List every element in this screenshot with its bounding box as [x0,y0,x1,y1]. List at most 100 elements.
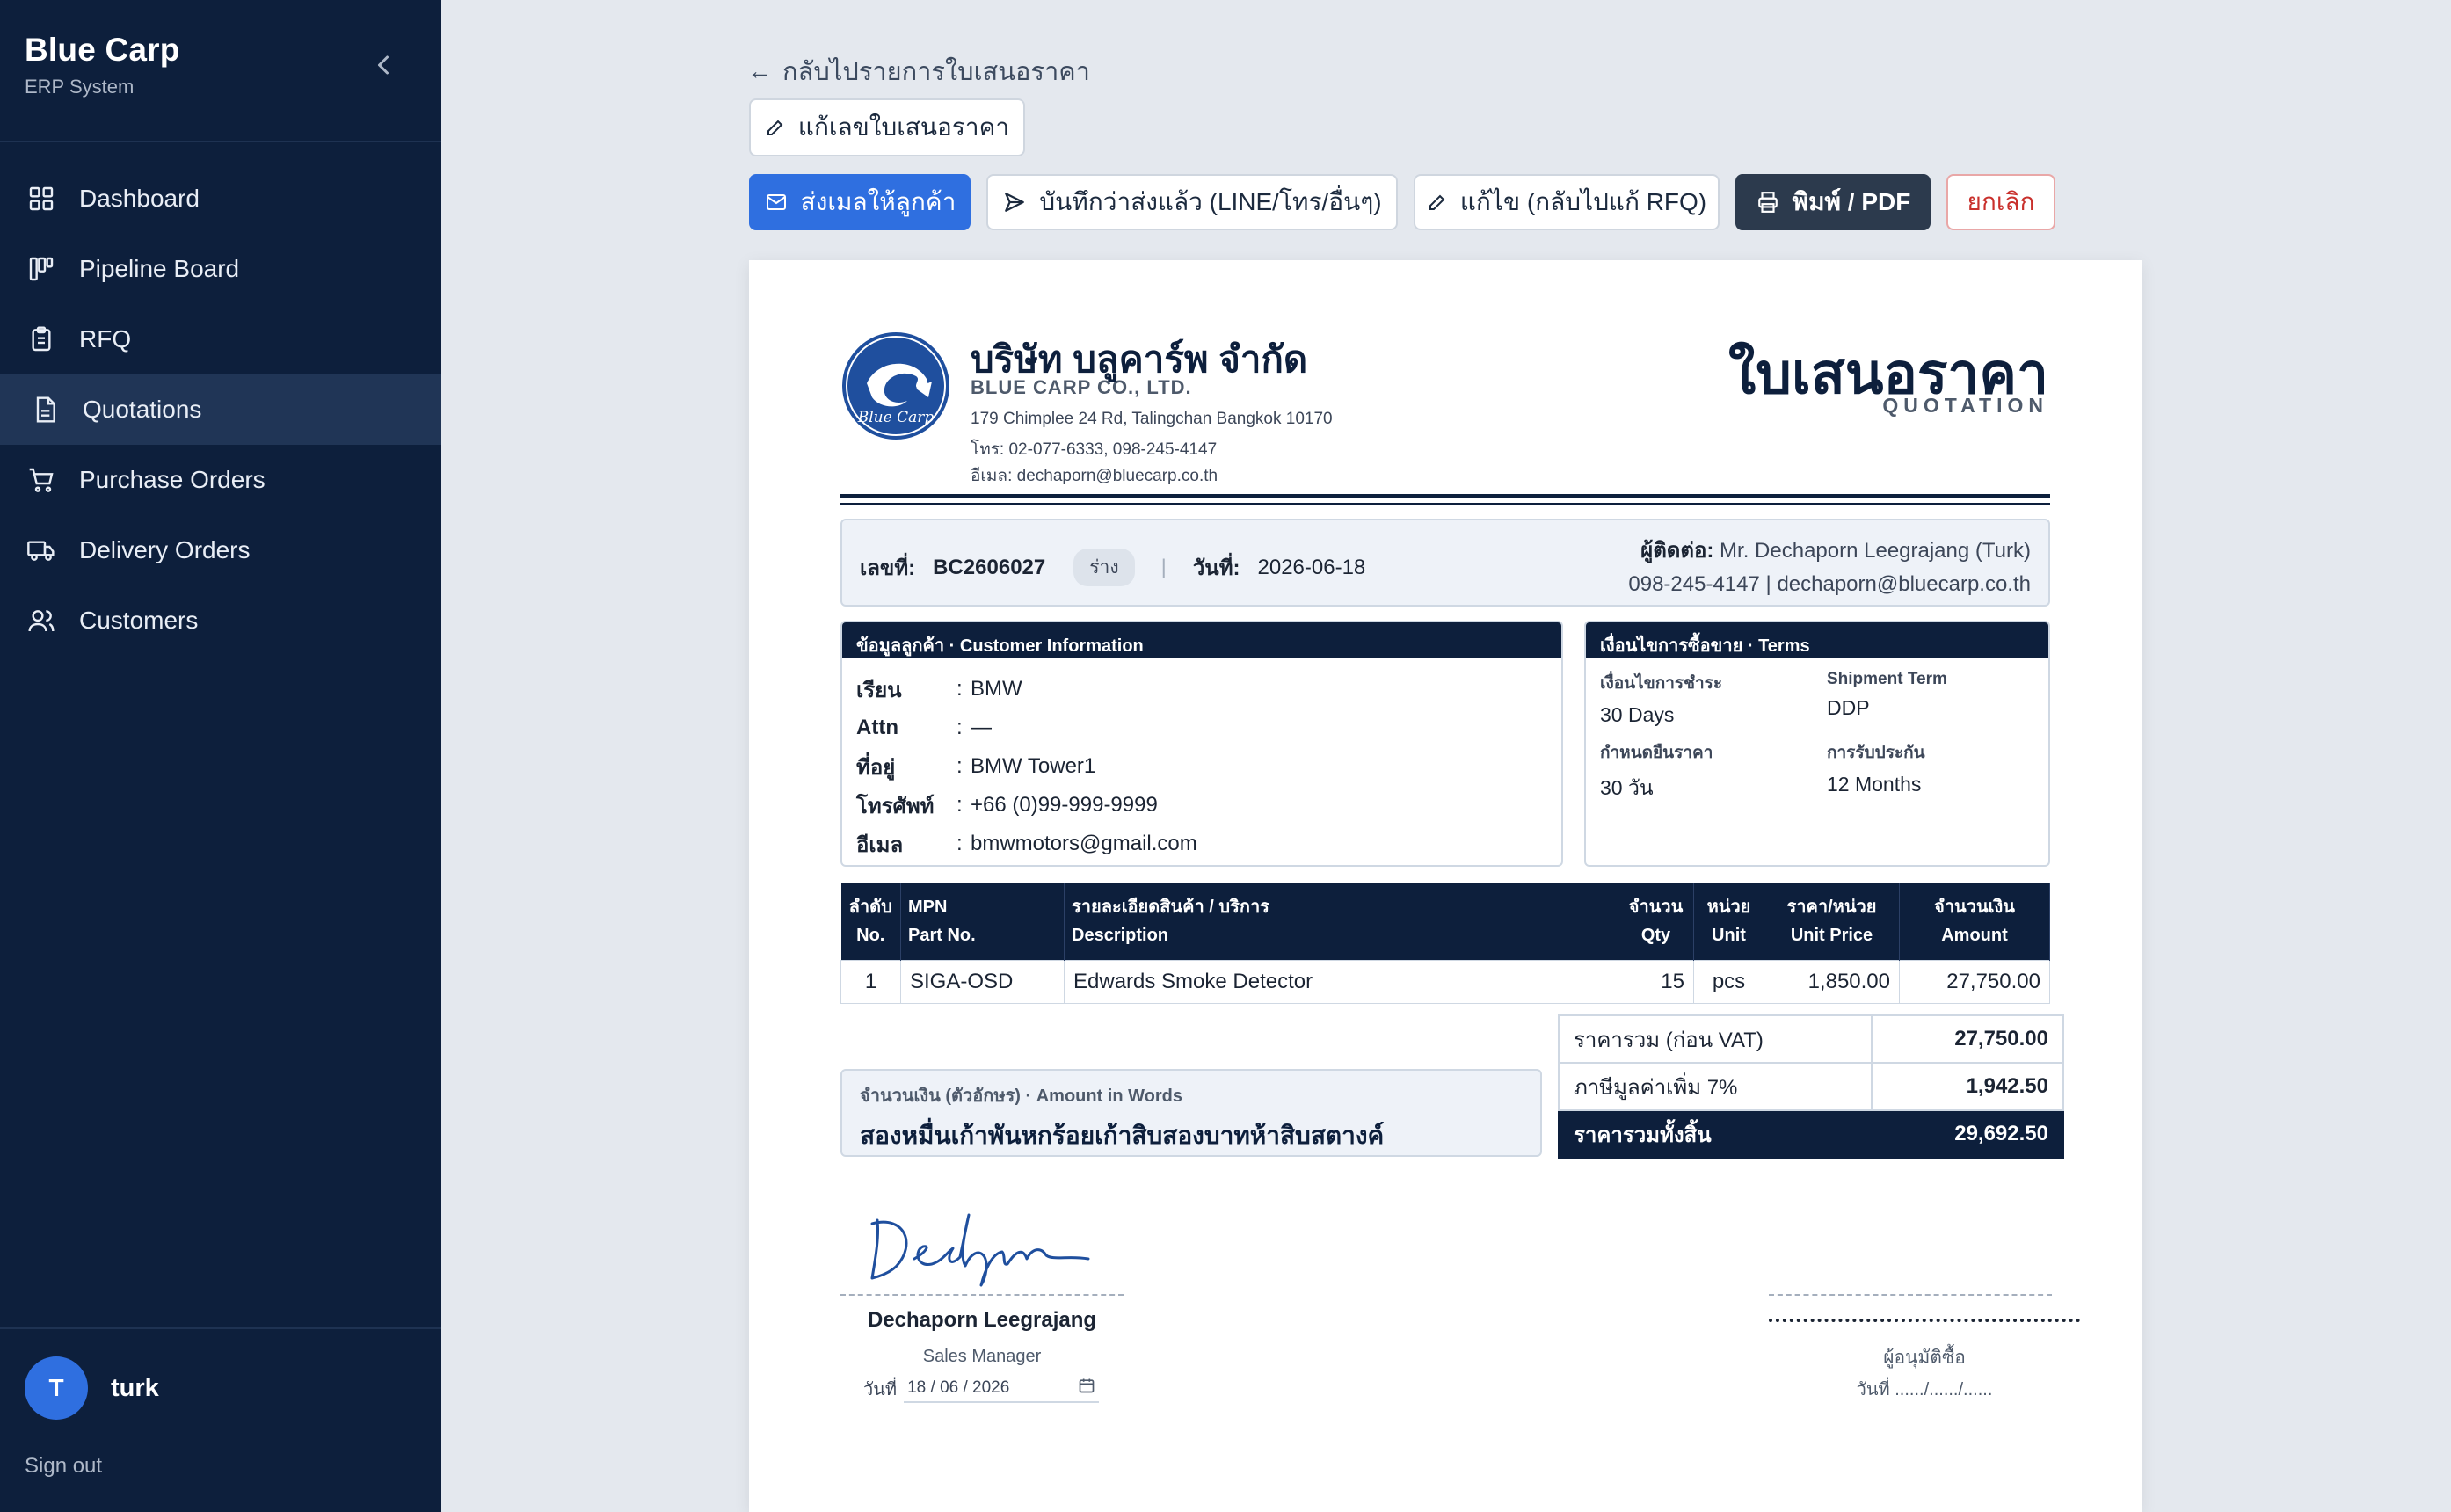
button-label: พิมพ์ / PDF [1792,188,1911,215]
item-qty: 15 [1618,960,1694,1004]
vat-label: ภาษีมูลค่าเพิ่ม 7% [1558,1062,1873,1111]
sign-out-link[interactable]: Sign out [25,1454,102,1479]
cart-icon [25,463,58,497]
customer-attn: — [971,716,992,739]
table-row: 1 SIGA-OSD Edwards Smoke Detector 15 pcs… [840,960,2050,1004]
revise-rfq-button[interactable]: แก้ไข (กลับไปแก้ RFQ) [1414,174,1720,230]
item-unit: pcs [1693,960,1764,1004]
sidebar-item-rfq[interactable]: RFQ [0,304,441,374]
users-icon [25,604,58,637]
calendar-icon [1078,1377,1095,1399]
item-amount: 27,750.00 [1899,960,2050,1004]
signature-date-value: 18 / 06 / 2026 [907,1378,1010,1397]
document-icon [28,393,62,426]
customer-email: bmwmotors@gmail.com [971,832,1197,855]
button-label: แก้เลขใบเสนอราคา [797,113,1010,141]
term-label: Shipment Term [1827,670,1947,688]
user-profile[interactable]: T turk [25,1356,159,1420]
term-validity: กำหนดยืนราคา 30 วัน [1600,739,1827,804]
signature-line [840,1294,1124,1296]
column-header: ลำดับ No. [840,883,901,961]
term-warranty: การรับประกัน 12 Months [1827,739,2047,804]
sidebar-item-purchase-orders[interactable]: Purchase Orders [0,445,441,515]
sidebar-item-quotations[interactable]: Quotations [0,374,441,445]
column-header: จำนวน Qty [1618,883,1694,961]
arrow-left-icon: ← [747,57,772,84]
sidebar-item-dashboard[interactable]: Dashboard [0,164,441,234]
contact-email: dechaporn@bluecarp.co.th [1777,572,2031,596]
pencil-icon [1427,192,1448,213]
sidebar-item-customers[interactable]: Customers [0,585,441,656]
kanban-icon [25,252,58,286]
sidebar-item-label: Customers [79,607,199,634]
grand-total-row: ราคารวมทั้งสิ้น 29,692.50 [1558,1109,2064,1159]
approver-signature-line [1769,1319,2080,1322]
approver-label: ผู้อนุมัติซื้อ [1883,1348,1966,1368]
brand-name: Blue Carp [25,32,180,68]
column-header: หน่วย Unit [1693,883,1764,961]
column-header: ราคา/หน่วย Unit Price [1764,883,1900,961]
sidebar-item-label: Pipeline Board [79,255,240,282]
sidebar-item-delivery-orders[interactable]: Delivery Orders [0,515,441,585]
term-value: 12 Months [1827,773,1922,796]
contact-separator: | [1765,572,1771,596]
column-header: MPN Part No. [900,883,1065,961]
mail-icon [764,192,789,213]
customer-field-label: Attn [856,716,898,739]
customer-address: BMW Tower1 [971,754,1096,778]
mark-as-sent-button[interactable]: บันทึกว่าส่งแล้ว (LINE/โทร/อื่นๆ) [986,174,1398,230]
quotation-date: 2026-06-18 [1257,555,1366,579]
item-no: 1 [840,960,901,1004]
customer-info-heading: ข้อมูลลูกค้า · Customer Information [842,622,1561,658]
clipboard-icon [25,323,58,356]
truck-icon [25,534,58,567]
terms-heading: เงื่อนไขการซื้อขาย · Terms [1586,622,2048,658]
brand-subtitle: ERP System [25,76,135,98]
amount-in-words-label: จำนวนเงิน (ตัวอักษร) · Amount in Words [860,1087,1182,1106]
contact-name: Mr. Dechaporn Leegrajang (Turk) [1720,539,2031,563]
customer-field-label: อีเมล [856,832,904,857]
sidebar-nav: Dashboard Pipeline Board RFQ Quotations … [0,164,441,656]
chevron-left-icon [378,55,389,75]
signer-name: Dechaporn Leegrajang [867,1308,1097,1332]
customer-row: อีเมล: bmwmotors@gmail.com [856,825,1547,863]
item-unit-price: 1,850.00 [1764,960,1900,1004]
signature-date-label: วันที่ [863,1380,898,1399]
amount-in-words-value: สองหมื่นเก้าพันหกร้อยเก้าสิบสองบาทห้าสิบ… [860,1122,1385,1149]
term-payment: เงื่อนไขการชำระ 30 Days [1600,670,1827,727]
cancel-quotation-button[interactable]: ยกเลิก [1946,174,2055,230]
subtotal-value: 27,750.00 [1871,1014,2064,1064]
vat-value: 1,942.50 [1871,1062,2064,1111]
subtotal-row: ราคารวม (ก่อน VAT) 27,750.00 [1558,1014,2064,1064]
term-value: 30 Days [1600,703,1675,726]
brand: Blue Carp ERP System [25,32,180,98]
logo-text: Blue Carp [857,409,935,426]
signature-date-input[interactable]: 18 / 06 / 2026 [904,1375,1100,1403]
print-pdf-button[interactable]: พิมพ์ / PDF [1735,174,1931,230]
send-email-button[interactable]: ส่งเมลให้ลูกค้า [749,174,971,230]
term-label: กำหนดยืนราคา [1600,744,1713,762]
send-icon [1002,191,1027,214]
company-logo: Blue Carp [842,332,949,440]
signature-date: วันที่ 18 / 06 / 2026 [863,1375,1100,1403]
customer-name: BMW [971,677,1022,701]
back-to-quotations-link[interactable]: ← กลับไปรายการใบเสนอราคา [747,51,1090,91]
column-header: จำนวนเงิน Amount [1899,883,2050,961]
document-title-en: QUOTATION [1882,394,2048,417]
customer-field-label: เรียน [856,678,902,702]
customer-row: เรียน: BMW [856,670,1547,709]
customer-row: Attn: — [856,716,992,739]
date-label: วันที่: [1192,556,1240,580]
quotation-document: Blue Carp บริษัท บลูคาร์พ จำกัด BLUE CAR… [749,260,2142,1512]
sidebar-item-label: Quotations [83,396,202,423]
company-email: อีเมล: dechaporn@bluecarp.co.th [971,467,1218,485]
company-phone: โทร: 02-077-6333, 098-245-4147 [971,440,1218,459]
collapse-sidebar-button[interactable] [367,49,399,81]
table-header-row: ลำดับ No. MPN Part No. รายละเอียดสินค้า / … [840,883,2050,961]
item-description: Edwards Smoke Detector [1064,960,1618,1004]
sidebar: Blue Carp ERP System Dashboard Pipeline … [0,0,441,1512]
totals-table: ราคารวม (ก่อน VAT) 27,750.00 ภาษีมูลค่าเพ… [1558,1014,2064,1159]
approver-date: วันที่ ....../....../...... [1856,1380,1993,1399]
sidebar-item-pipeline-board[interactable]: Pipeline Board [0,234,441,304]
edit-quotation-number-button[interactable]: แก้เลขใบเสนอราคา [749,98,1025,156]
